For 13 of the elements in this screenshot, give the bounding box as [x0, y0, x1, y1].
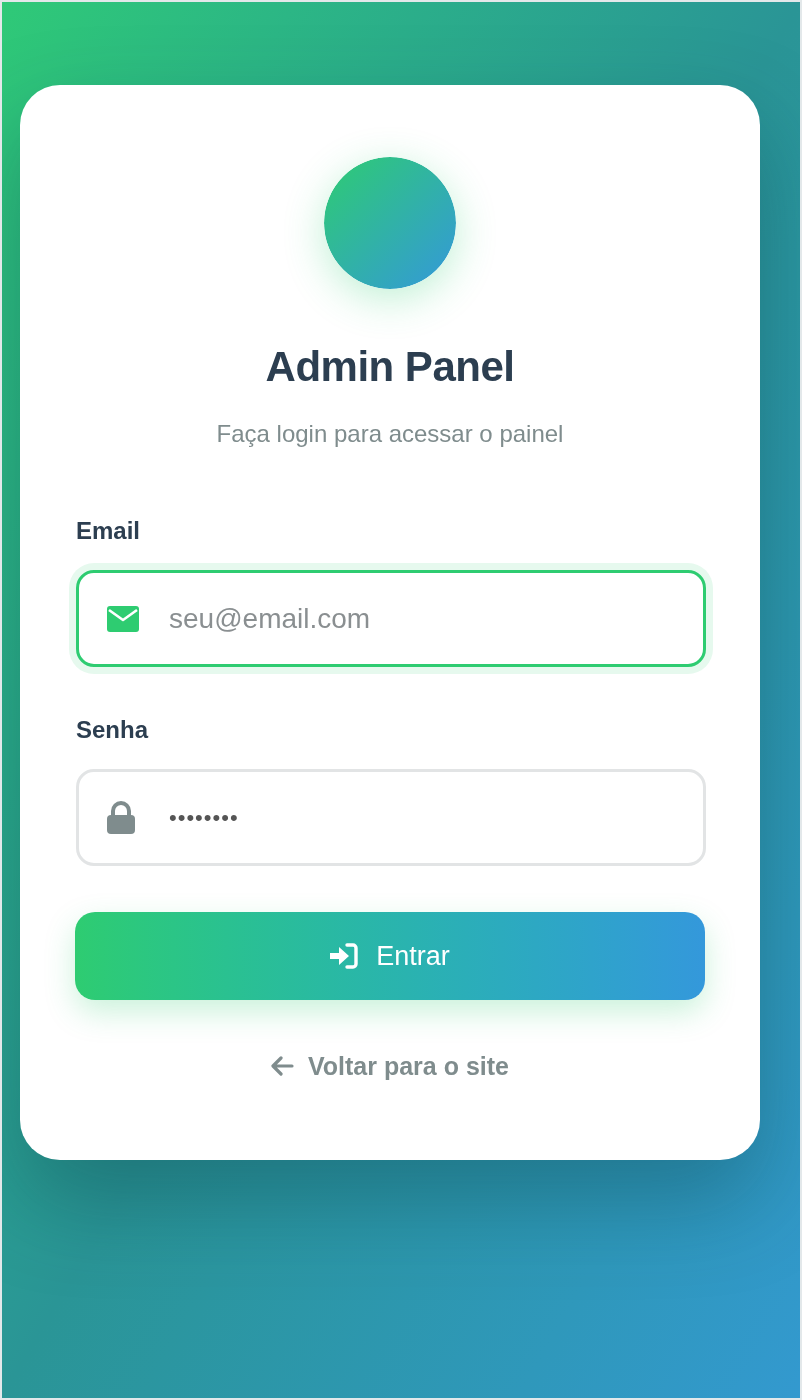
arrow-left-icon: [271, 1056, 294, 1076]
page-title: Admin Panel: [265, 342, 515, 392]
password-field[interactable]: ••••••••: [76, 769, 706, 866]
lock-icon: [107, 801, 135, 834]
password-label: Senha: [76, 715, 150, 745]
back-link[interactable]: Voltar para o site: [271, 1050, 509, 1082]
envelope-icon: [107, 606, 139, 632]
email-label: Email: [76, 516, 142, 546]
email-field[interactable]: seu@email.com: [76, 570, 706, 667]
sign-in-icon: [330, 943, 359, 969]
login-button[interactable]: Entrar: [75, 912, 705, 1000]
page-subtitle: Faça login para acessar o painel: [216, 419, 564, 449]
gradient-circle-logo-icon: [324, 157, 456, 289]
